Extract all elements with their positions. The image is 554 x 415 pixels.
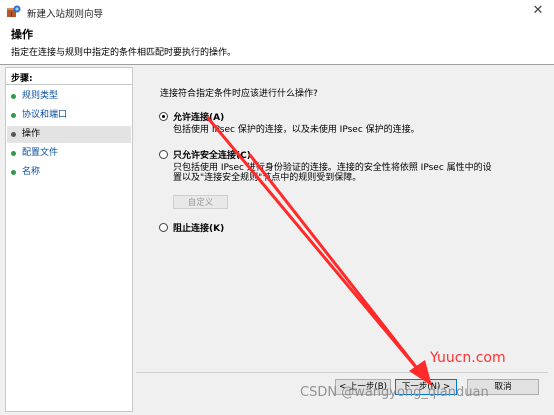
site-watermark: Yuucn.com [430,350,506,366]
sidebar-item-name[interactable]: 名称 [7,164,131,181]
firewall-icon [7,5,21,17]
allow-connection-radio[interactable] [159,112,168,121]
author-watermark: CSDN @wangyong_qianduan [300,385,489,400]
allow-connection-desc: 包括使用 IPsec 保护的连接，以及未使用 IPsec 保护的连接。 [173,125,420,135]
step-bullet-icon [11,132,16,137]
allow-secure-label[interactable]: 只允许安全连接(C) [173,148,251,161]
steps-sidebar: 步骤: 规则类型 协议和端口 操作 配置文件 名称 [5,67,133,412]
allow-connection-label[interactable]: 允许连接(A) [173,110,224,123]
customize-button: 自定义 [173,195,228,209]
block-connection-label[interactable]: 阻止连接(K) [173,221,224,234]
wizard-header: 操作 指定在连接与规则中指定的条件相匹配时要执行的操作。 [0,23,554,63]
block-connection-radio[interactable] [159,223,168,232]
sidebar-item-label: 操作 [22,129,41,139]
action-question: 连接符合指定条件时应该进行什么操作? [160,89,318,99]
allow-secure-desc-line2: 置以及"连接安全规则"节点中的规则受到保障。 [173,173,362,183]
steps-heading: 步骤: [11,74,33,84]
sidebar-item-profile[interactable]: 配置文件 [7,145,131,162]
page-title: 操作 [11,28,33,41]
sidebar-item-label: 名称 [22,167,41,177]
step-bullet-icon [11,113,16,118]
sidebar-item-label: 配置文件 [22,148,59,158]
allow-secure-radio[interactable] [159,150,168,159]
step-bullet-icon [11,170,16,175]
footer-divider [136,372,548,373]
window-title: 新建入站规则向导 [27,9,104,20]
sidebar-item-label: 规则类型 [22,91,59,101]
step-bullet-icon [11,94,16,99]
title-bar: 新建入站规则向导 ✕ [0,0,554,23]
sidebar-item-action[interactable]: 操作 [7,126,131,143]
sidebar-item-label: 协议和端口 [22,110,68,120]
sidebar-item-protocol-ports[interactable]: 协议和端口 [7,107,131,124]
sidebar-item-rule-type[interactable]: 规则类型 [7,88,131,105]
close-icon[interactable]: ✕ [529,3,547,19]
step-bullet-icon [11,151,16,156]
steps-divider [6,84,132,85]
page-description: 指定在连接与规则中指定的条件相匹配时要执行的操作。 [11,48,237,58]
